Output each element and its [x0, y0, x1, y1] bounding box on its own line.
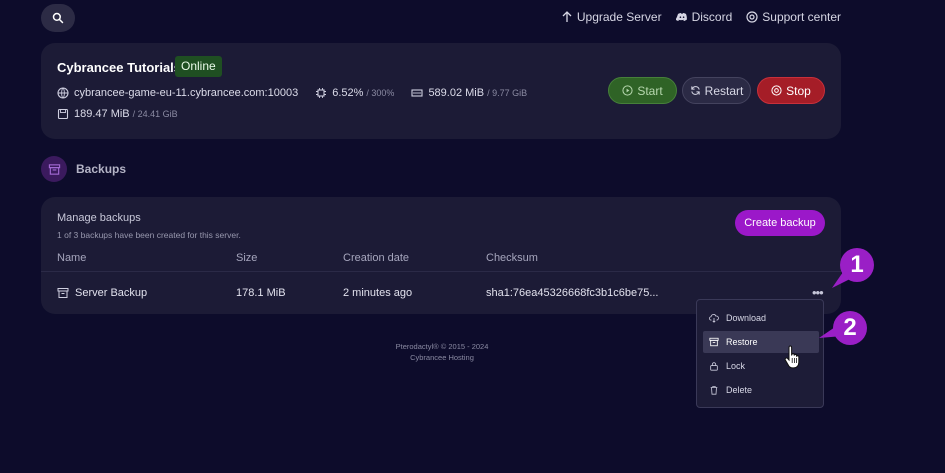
callout-pointers: [819, 272, 856, 338]
callout-badge-2: 2: [833, 311, 867, 345]
callout-badge-1: 1: [840, 248, 874, 282]
